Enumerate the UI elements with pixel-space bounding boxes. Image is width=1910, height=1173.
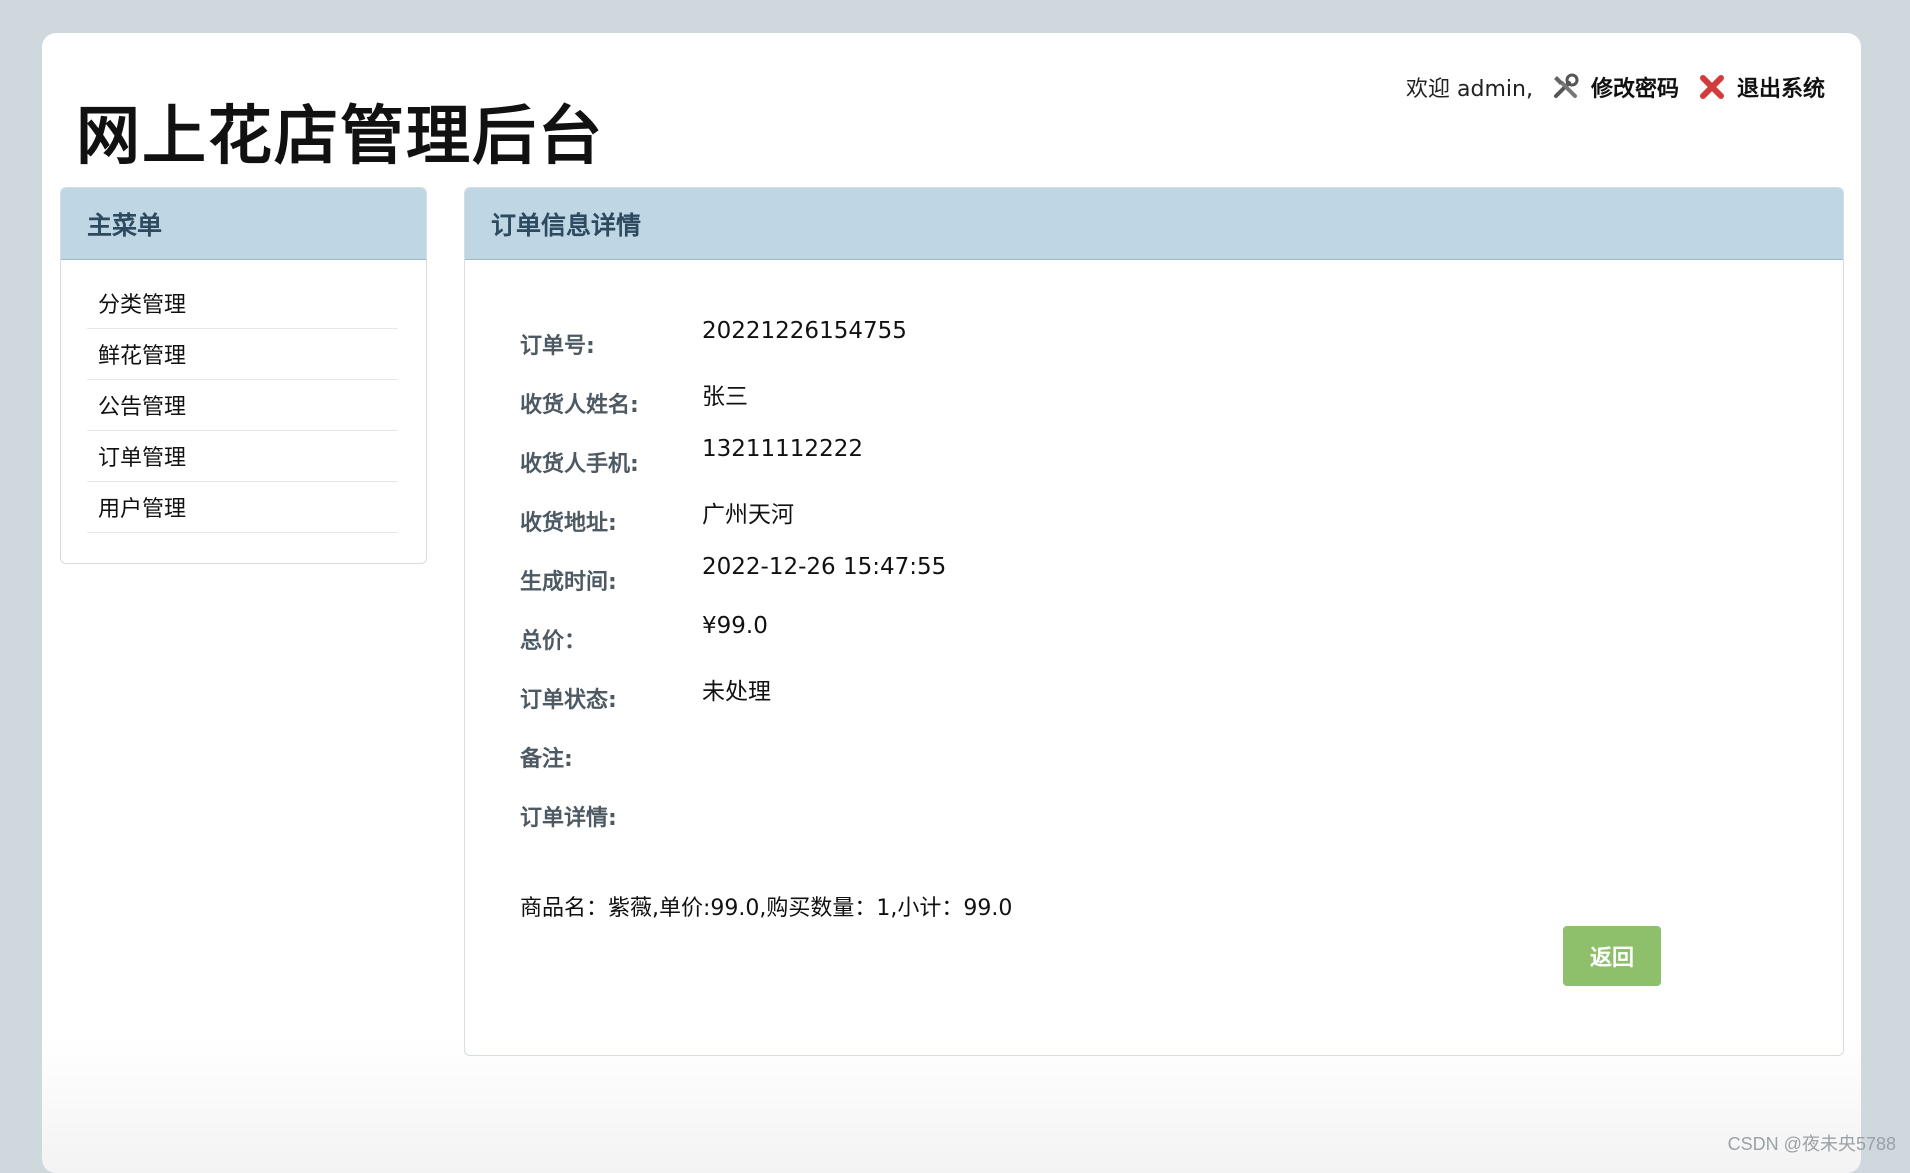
sidebar-item-flowers[interactable]: 鲜花管理 — [87, 329, 398, 380]
order-detail-title: 订单信息详情 — [465, 188, 1843, 260]
sidebar-item-users[interactable]: 用户管理 — [87, 482, 398, 533]
field-label: 收货人姓名: — [520, 387, 702, 421]
field-label: 备注: — [520, 741, 702, 773]
welcome-text: 欢迎 admin, — [1406, 71, 1533, 103]
change-password-label: 修改密码 — [1591, 71, 1679, 103]
field-order-number: 订单号: 20221226154755 — [520, 328, 1420, 360]
field-label: 收货人手机: — [520, 446, 702, 478]
field-order-status: 订单状态: 未处理 — [520, 682, 1420, 716]
sidebar-item-category[interactable]: 分类管理 — [87, 278, 398, 329]
field-value: 广州天河 — [702, 495, 794, 529]
field-label: 订单状态: — [520, 682, 702, 716]
field-label: 收货地址: — [520, 505, 702, 539]
main-menu-panel: 主菜单 分类管理 鲜花管理 公告管理 订单管理 用户管理 — [60, 187, 427, 564]
field-label: 总价： — [520, 623, 702, 655]
change-password-link[interactable]: 修改密码 — [1551, 71, 1679, 103]
field-label: 生成时间: — [520, 564, 702, 596]
tools-icon — [1551, 72, 1581, 102]
field-value: 13211112222 — [702, 436, 863, 468]
field-remark: 备注: — [520, 741, 1420, 773]
field-label: 订单详情: — [520, 800, 702, 832]
main-menu-title: 主菜单 — [61, 188, 426, 260]
field-value: 张三 — [702, 377, 748, 411]
field-order-items: 订单详情: — [520, 800, 1420, 832]
logout-link[interactable]: 退出系统 — [1697, 71, 1825, 103]
field-label: 订单号: — [520, 328, 702, 360]
watermark-text: CSDN @夜未央5788 — [1728, 1130, 1896, 1156]
field-created-time: 生成时间: 2022-12-26 15:47:55 — [520, 564, 1420, 596]
field-value: ¥99.0 — [702, 613, 768, 645]
page-frame: 网上花店管理后台 欢迎 admin, 修改密码 退出系统 — [42, 33, 1861, 1173]
logout-label: 退出系统 — [1737, 71, 1825, 103]
order-item-line: 商品名：紫薇,单价:99.0,购买数量：1,小计：99.0 — [520, 890, 1012, 922]
back-button[interactable]: 返回 — [1563, 926, 1661, 986]
field-receiver-name: 收货人姓名: 张三 — [520, 387, 1420, 421]
order-detail-panel: 订单信息详情 订单号: 20221226154755 收货人姓名: 张三 收货人… — [464, 187, 1844, 1056]
field-address: 收货地址: 广州天河 — [520, 505, 1420, 539]
site-title: 网上花店管理后台 — [76, 85, 604, 177]
top-bar: 欢迎 admin, 修改密码 退出系统 — [1406, 71, 1825, 103]
menu-list: 分类管理 鲜花管理 公告管理 订单管理 用户管理 — [61, 260, 426, 533]
field-value: 2022-12-26 15:47:55 — [702, 554, 946, 586]
field-value: 20221226154755 — [702, 318, 907, 350]
sidebar-item-notices[interactable]: 公告管理 — [87, 380, 398, 431]
field-receiver-phone: 收货人手机: 13211112222 — [520, 446, 1420, 478]
sidebar-item-orders[interactable]: 订单管理 — [87, 431, 398, 482]
field-total-price: 总价： ¥99.0 — [520, 623, 1420, 655]
field-value: 未处理 — [702, 672, 771, 706]
close-icon — [1697, 72, 1727, 102]
